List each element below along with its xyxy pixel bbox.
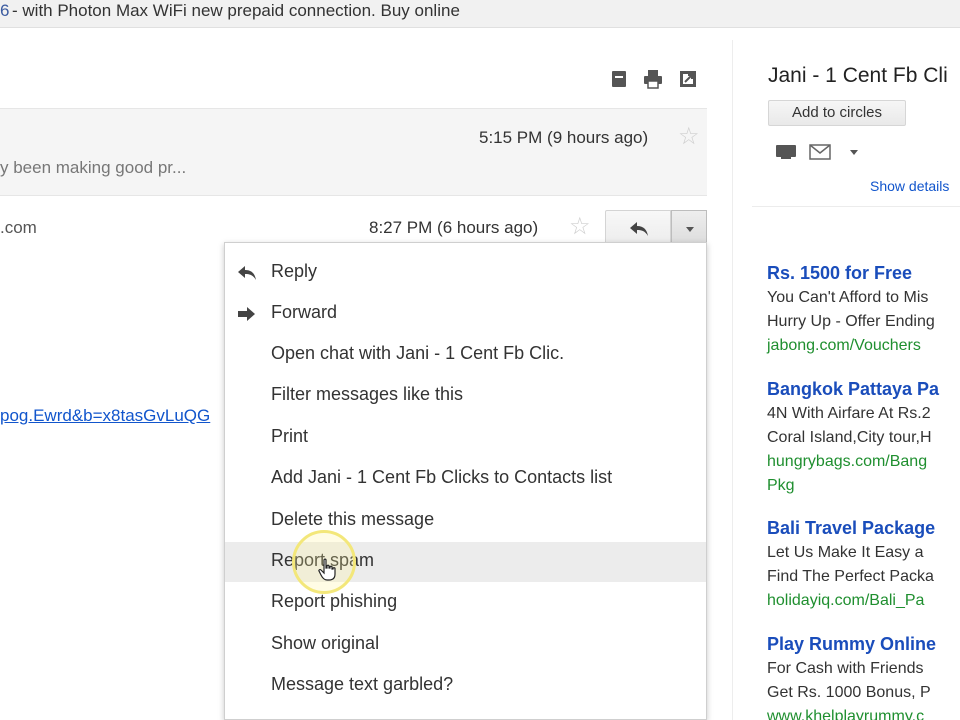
add-to-circles-button[interactable]: Add to circles	[768, 100, 906, 126]
menu-item-show-original[interactable]: Show original	[225, 625, 706, 665]
menu-item-label: Forward	[271, 302, 338, 322]
message2-time: 8:27 PM (6 hours ago)	[369, 218, 539, 237]
contact-name: Jani - 1 Cent Fb Cli	[768, 64, 948, 87]
ad-item[interactable]: Play Rummy Online For Cash with Friends …	[767, 631, 936, 720]
ad-url[interactable]: hungrybags.com/Bang	[767, 450, 939, 474]
ad-url[interactable]: www.khelplayrummy.c	[767, 705, 936, 720]
menu-item-report-phishing[interactable]: Report phishing	[225, 583, 706, 623]
ad-text: For Cash with Friends	[767, 660, 924, 677]
forward-icon	[238, 307, 255, 321]
archive-icon[interactable]	[608, 68, 630, 90]
message1-snippet: y been making good pr...	[0, 158, 187, 177]
print-icon[interactable]	[642, 68, 664, 90]
star-icon[interactable]: ☆	[569, 212, 591, 241]
ad-text: 4N With Airfare At Rs.2	[767, 405, 931, 422]
banner-text: - with Photon Max WiFi new prepaid conne…	[12, 1, 460, 20]
ad-item[interactable]: Bali Travel Package Let Us Make It Easy …	[767, 515, 935, 613]
menu-item-label: Message text garbled?	[271, 674, 454, 694]
ad-text: You Can't Afford to Mis	[767, 289, 929, 306]
chat-icon[interactable]	[774, 142, 798, 162]
ad-title[interactable]: Play Rummy Online	[767, 631, 936, 657]
ad-item[interactable]: Bangkok Pattaya Pa 4N With Airfare At Rs…	[767, 376, 939, 498]
hand-cursor-icon	[318, 558, 336, 581]
ad-title[interactable]: Bali Travel Package	[767, 515, 935, 541]
show-details-link[interactable]: Show details	[870, 178, 949, 194]
menu-item-open-chat[interactable]: Open chat with Jani - 1 Cent Fb Clic.	[225, 335, 706, 375]
ad-text: Hurry Up - Offer Ending	[767, 313, 935, 330]
message1-time: 5:15 PM (9 hours ago)	[479, 128, 649, 147]
message-actions-menu: Reply Forward Open chat with Jani - 1 Ce…	[224, 242, 707, 720]
star-icon[interactable]: ☆	[678, 122, 700, 151]
more-actions-dropdown[interactable]	[671, 210, 707, 246]
message2-sender: .com	[0, 218, 37, 237]
menu-item-label: Print	[271, 426, 309, 446]
promo-banner: 6 - with Photon Max WiFi new prepaid con…	[0, 0, 960, 28]
reply-icon	[238, 266, 256, 280]
ad-url[interactable]: Pkg	[767, 474, 939, 498]
ad-url[interactable]: jabong.com/Vouchers	[767, 334, 935, 358]
menu-item-label: Add Jani - 1 Cent Fb Clicks to Contacts …	[271, 467, 613, 487]
menu-item-delete[interactable]: Delete this message	[225, 501, 706, 541]
reply-icon	[630, 222, 648, 236]
menu-item-filter[interactable]: Filter messages like this	[225, 376, 706, 416]
ad-url[interactable]: holidayiq.com/Bali_Pa	[767, 589, 935, 613]
reply-button[interactable]	[605, 210, 671, 246]
sidebar-separator	[752, 206, 960, 207]
menu-item-label: Filter messages like this	[271, 384, 464, 404]
ad-title[interactable]: Rs. 1500 for Free	[767, 260, 935, 286]
menu-item-label: Show original	[271, 633, 380, 653]
ad-item[interactable]: Rs. 1500 for Free You Can't Afford to Mi…	[767, 260, 935, 358]
ad-text: Let Us Make It Easy a	[767, 544, 924, 561]
menu-item-forward[interactable]: Forward	[225, 294, 706, 334]
ad-text: Find The Perfect Packa	[767, 568, 934, 585]
menu-item-text-garbled[interactable]: Message text garbled?	[225, 666, 706, 706]
ad-title[interactable]: Bangkok Pattaya Pa	[767, 376, 939, 402]
ad-text: Coral Island,City tour,H	[767, 429, 932, 446]
message-collapsed[interactable]	[0, 108, 707, 196]
menu-item-add-contact[interactable]: Add Jani - 1 Cent Fb Clicks to Contacts …	[225, 459, 706, 499]
menu-item-label: Delete this message	[271, 509, 435, 529]
chevron-down-icon	[686, 227, 694, 232]
email-icon[interactable]	[808, 142, 832, 162]
menu-item-label: Reply	[271, 261, 318, 281]
menu-item-label: Report phishing	[271, 591, 398, 611]
menu-item-print[interactable]: Print	[225, 418, 706, 458]
banner-link[interactable]: 6	[0, 1, 9, 21]
menu-item-reply[interactable]: Reply	[225, 253, 706, 293]
panel-divider	[732, 40, 733, 720]
menu-item-label: Open chat with Jani - 1 Cent Fb Clic.	[271, 343, 565, 363]
chevron-down-icon[interactable]	[850, 150, 858, 155]
ad-text: Get Rs. 1000 Bonus, P	[767, 684, 931, 701]
message-link[interactable]: pog.Ewrd&b=x8tasGvLuQG	[0, 406, 210, 426]
new-window-icon[interactable]	[677, 68, 699, 90]
